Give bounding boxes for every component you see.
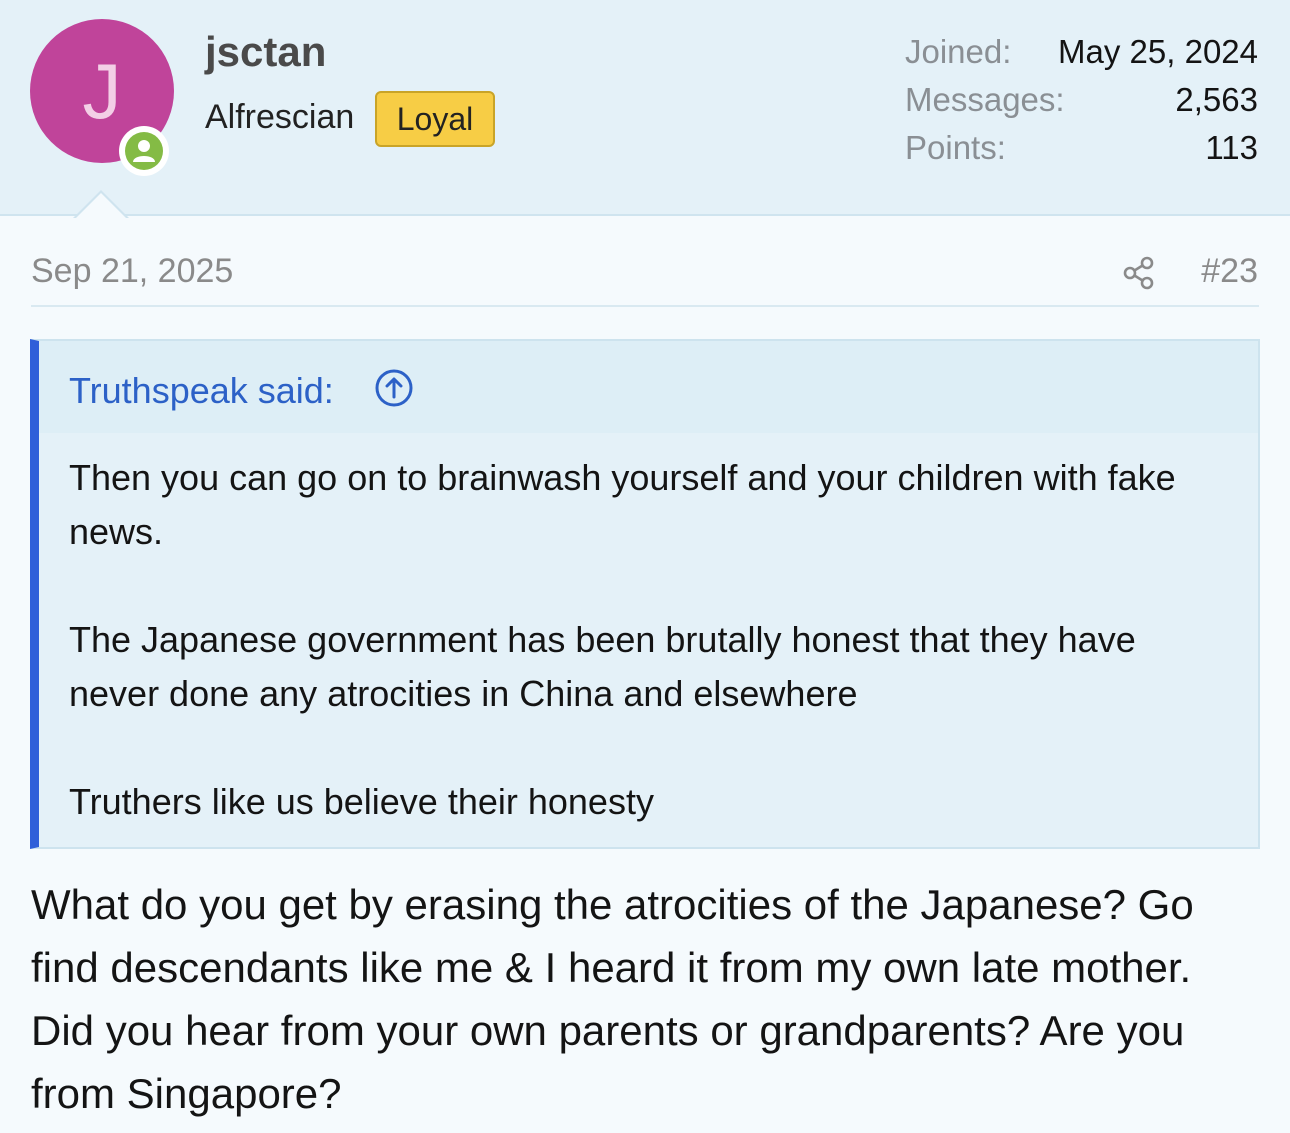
quote-block: Truthspeak said: Then you can go on to b… <box>30 339 1260 849</box>
arrow-up-circle-icon[interactable] <box>374 368 414 408</box>
quote-paragraph: Then you can go on to brainwash yourself… <box>69 457 1176 552</box>
points-label: Points: <box>905 129 1006 166</box>
online-status-badge <box>119 126 169 176</box>
messages-label: Messages: <box>905 81 1065 118</box>
forum-post: J jsctan Alfrescian Loyal Joined: May 25… <box>0 0 1290 1133</box>
divider <box>31 305 1259 307</box>
quote-paragraph: Truthers like us believe their honesty <box>69 781 654 822</box>
post-number-link[interactable]: #23 <box>1201 252 1258 291</box>
points-value: 113 <box>1205 129 1258 166</box>
post-date-link[interactable]: Sep 21, 2025 <box>31 252 233 291</box>
joined-value: May 25, 2024 <box>1058 33 1258 70</box>
header-pointer-arrow <box>73 190 129 219</box>
quote-header: Truthspeak said: <box>39 341 1258 433</box>
post-body: What do you get by erasing the atrocitie… <box>31 881 1194 1117</box>
user-rank-badge: Loyal <box>375 91 495 147</box>
quote-author-link[interactable]: Truthspeak said: <box>69 370 334 412</box>
joined-label: Joined: <box>905 33 1012 70</box>
quote-paragraph: The Japanese government has been brutall… <box>69 619 1136 714</box>
person-icon <box>133 140 155 162</box>
username-link[interactable]: jsctan <box>205 28 326 76</box>
messages-value: 2,563 <box>1175 81 1258 118</box>
share-icon[interactable] <box>1120 254 1158 292</box>
user-title: Alfrescian <box>205 98 355 136</box>
user-info-header: J jsctan Alfrescian Loyal Joined: May 25… <box>0 0 1290 216</box>
